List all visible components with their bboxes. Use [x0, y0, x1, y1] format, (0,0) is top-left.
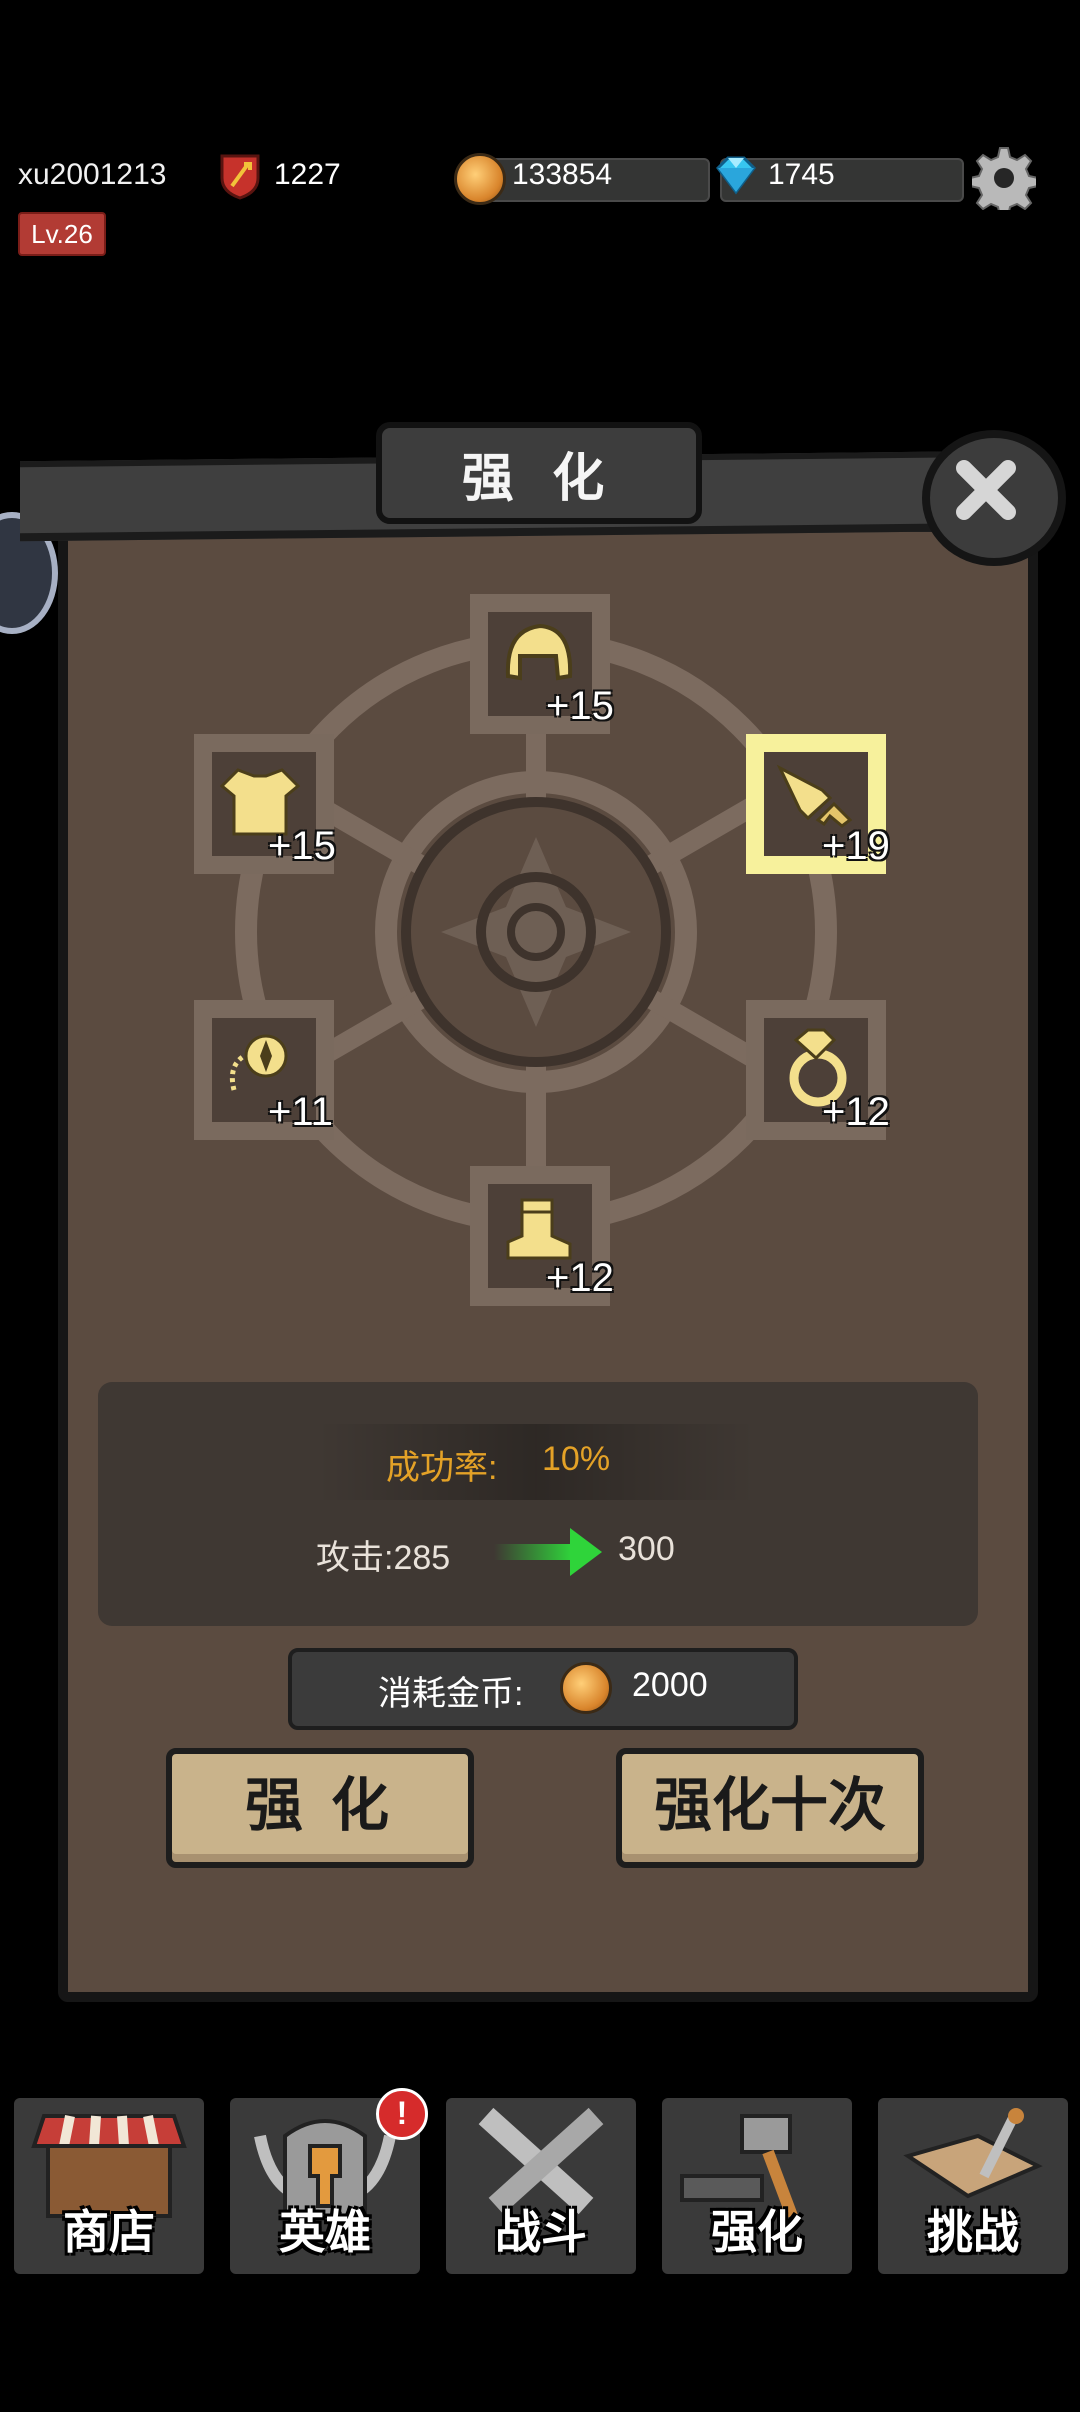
nav-shop[interactable]: 商店 [14, 2098, 204, 2274]
level-badge: Lv.26 [18, 212, 106, 256]
success-rate-value: 10% [542, 1440, 611, 1478]
nav-enhance-label: 强化 [711, 2206, 803, 2258]
nav-hero-label: 英雄 [279, 2206, 371, 2258]
bonus-label: +12 [822, 1090, 890, 1134]
rate-band [316, 1424, 756, 1500]
settings-gear-icon[interactable] [972, 146, 1036, 210]
slot-helmet[interactable]: +15 [466, 590, 614, 738]
slot-ring[interactable]: +12 [742, 996, 890, 1144]
gold-cost-box [288, 1648, 798, 1730]
gold-coin-icon [454, 153, 506, 205]
enhance-info-box [98, 1382, 978, 1626]
nav-challenge[interactable]: 挑战 [878, 2098, 1068, 2274]
attack-next: 300 [618, 1530, 675, 1568]
gold-value: 133854 [512, 158, 613, 191]
username: xu2001213 [18, 158, 167, 191]
enhance-ten-label: 强化十次 [653, 1773, 886, 1838]
gold-cost-value: 2000 [632, 1666, 708, 1704]
gem-value: 1745 [768, 158, 835, 191]
nav-battle-label: 战斗 [495, 2206, 587, 2258]
slot-weapon-selected[interactable]: +19 [742, 730, 890, 878]
slot-boots[interactable]: +12 [466, 1162, 614, 1310]
bonus-label: +15 [546, 684, 614, 728]
attack-current: 攻击:285 [316, 1539, 451, 1577]
bonus-label: +19 [822, 824, 890, 868]
slot-amulet[interactable]: +11 [190, 996, 338, 1144]
success-rate-label: 成功率: [386, 1449, 498, 1487]
nav-shop-label: 商店 [63, 2206, 155, 2258]
panel-title: 强 化 [461, 450, 617, 508]
nav-battle[interactable]: 战斗 [446, 2098, 636, 2274]
power-value: 1227 [274, 158, 341, 191]
nav-enhance[interactable]: 强化 [662, 2098, 852, 2274]
increase-arrow-icon [494, 1528, 602, 1576]
gold-coin-icon [560, 1662, 612, 1714]
close-button[interactable] [922, 430, 1066, 566]
bonus-label: +11 [268, 1090, 333, 1134]
enhance-once-button[interactable]: 强 化 [166, 1748, 474, 1868]
bonus-label: +15 [268, 824, 336, 868]
nav-challenge-label: 挑战 [927, 2206, 1019, 2258]
bonus-label: +12 [546, 1256, 614, 1300]
enhance-once-label: 强 化 [244, 1773, 396, 1838]
enhance-ten-button[interactable]: 强化十次 [616, 1748, 924, 1868]
close-icon [956, 460, 1016, 520]
gold-cost-label: 消耗金币: [378, 1675, 524, 1713]
notification-badge: ! [376, 2088, 428, 2140]
slot-armor[interactable]: +15 [190, 730, 338, 878]
diamond-icon [716, 156, 756, 195]
power-shield-icon [220, 154, 260, 200]
